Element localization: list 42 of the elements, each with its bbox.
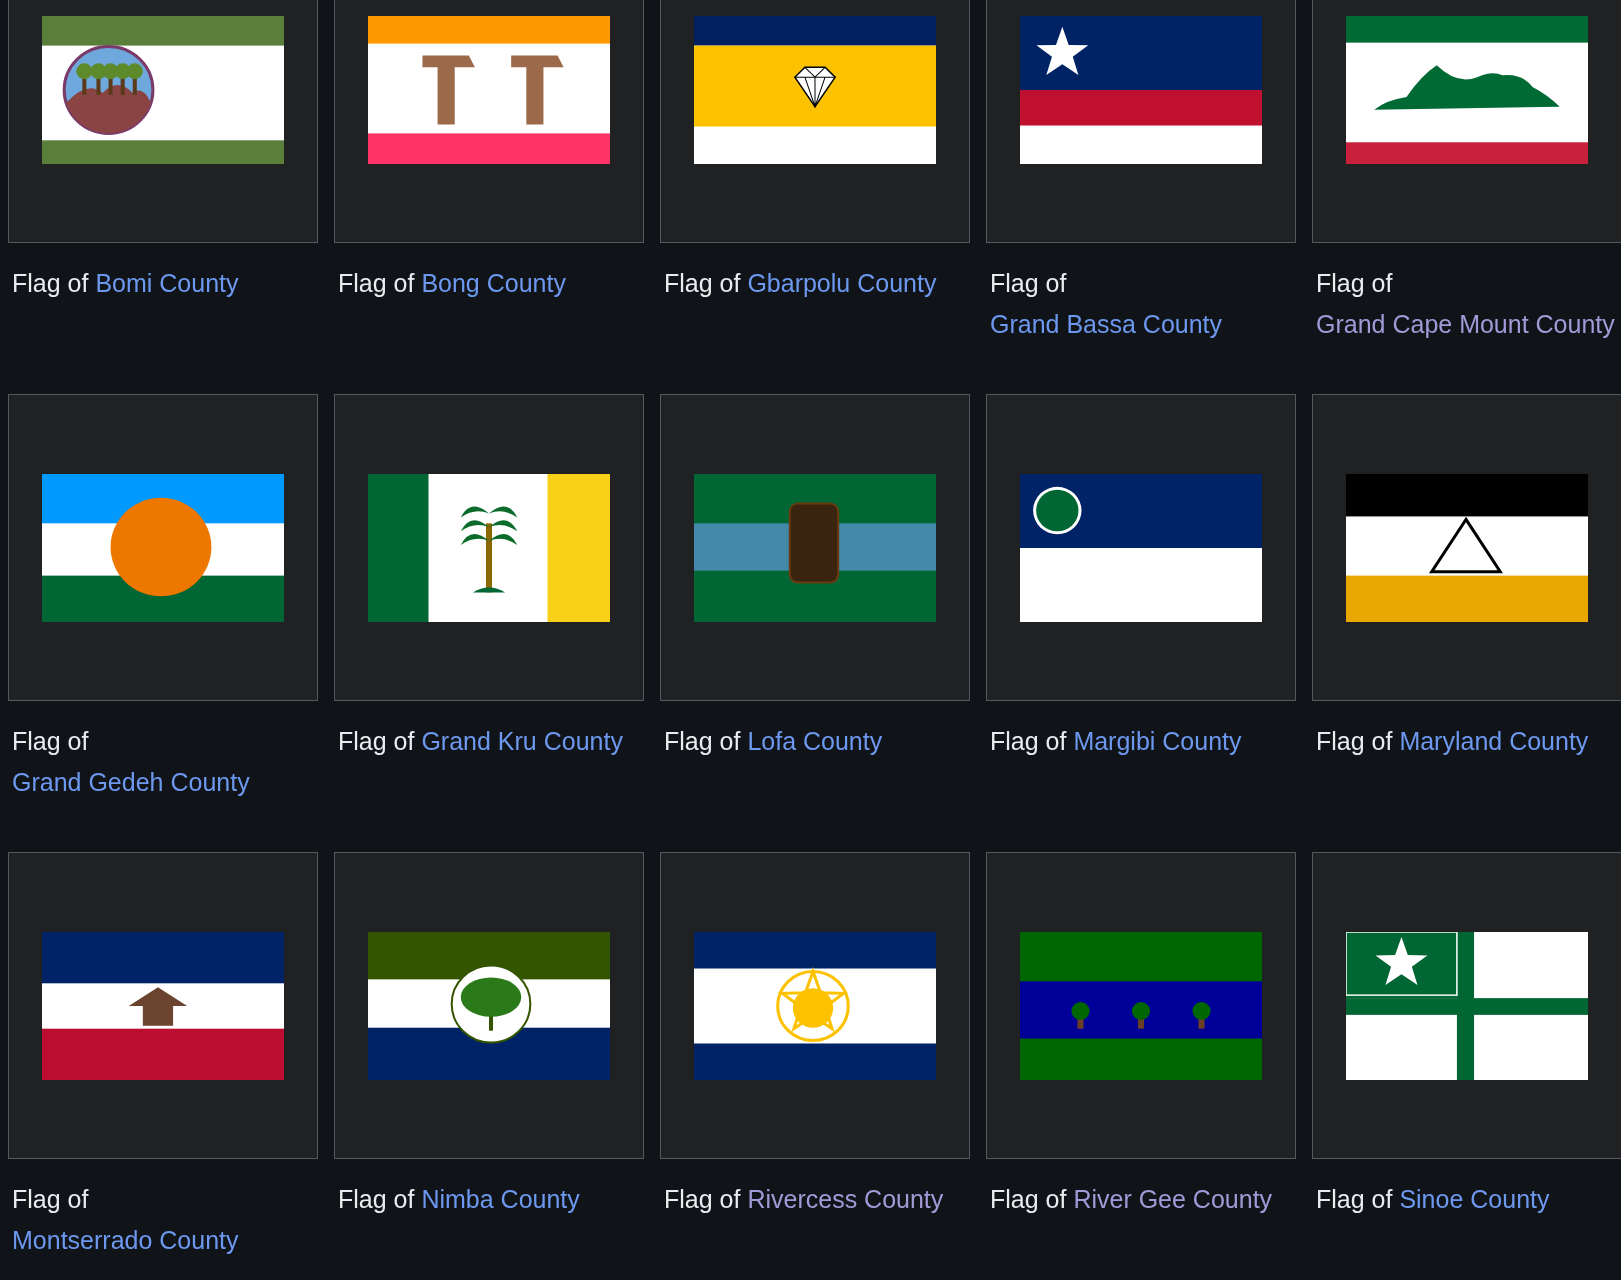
flag-image[interactable]: [1346, 473, 1588, 622]
image-caption: Flag of Maryland County: [1315, 726, 1590, 757]
image-caption: Flag of Nimba County: [337, 1184, 581, 1215]
county-link[interactable]: River Gee County: [1073, 1185, 1273, 1213]
image-caption: Flag of Grand Gedeh County: [11, 726, 251, 798]
image-caption: Flag of River Gee County: [989, 1184, 1274, 1215]
image-caption: Flag of Bong County: [337, 268, 567, 299]
county-link[interactable]: Lofa County: [747, 727, 883, 755]
flag-image[interactable]: [368, 473, 610, 622]
county-link[interactable]: Grand Bassa County: [990, 310, 1223, 338]
county-link[interactable]: Maryland County: [1399, 727, 1589, 755]
image-caption: Flag of Rivercess County: [663, 1184, 945, 1215]
county-link[interactable]: Bong County: [421, 269, 566, 297]
flag-image[interactable]: [1020, 15, 1262, 164]
flag-image[interactable]: [42, 15, 284, 164]
county-link[interactable]: Grand Gedeh County: [12, 768, 250, 796]
image-caption: Flag of Grand Bassa County: [989, 268, 1224, 340]
image-caption: Flag of Montserrado County: [11, 1184, 240, 1256]
flag-image[interactable]: [42, 931, 284, 1080]
image-caption: Flag of Margibi County: [989, 726, 1243, 757]
county-link[interactable]: Grand Cape Mount County: [1316, 310, 1615, 338]
flag-image[interactable]: [694, 15, 936, 164]
county-link[interactable]: Montserrado County: [12, 1226, 239, 1254]
flag-image[interactable]: [1020, 473, 1262, 622]
county-link[interactable]: Gbarpolu County: [747, 269, 937, 297]
image-caption: Flag of Sinoe County: [1315, 1184, 1551, 1215]
flag-image[interactable]: [368, 931, 610, 1080]
county-link[interactable]: Rivercess County: [747, 1185, 944, 1213]
county-link[interactable]: Bomi County: [95, 269, 239, 297]
county-link[interactable]: Margibi County: [1073, 727, 1242, 755]
county-link[interactable]: Nimba County: [421, 1185, 580, 1213]
image-caption: Flag of Bomi County: [11, 268, 240, 299]
flag-image[interactable]: [1346, 15, 1588, 164]
flag-image[interactable]: [42, 473, 284, 622]
image-caption: Flag of Grand Kru County: [337, 726, 624, 757]
image-caption: Flag of Grand Cape Mount County: [1315, 268, 1616, 340]
image-caption: Flag of Gbarpolu County: [663, 268, 938, 299]
county-link[interactable]: Grand Kru County: [421, 727, 623, 755]
image-caption: Flag of Lofa County: [663, 726, 884, 757]
flag-image[interactable]: [1346, 931, 1588, 1080]
flag-image[interactable]: [694, 931, 936, 1080]
county-link[interactable]: Sinoe County: [1399, 1185, 1550, 1213]
